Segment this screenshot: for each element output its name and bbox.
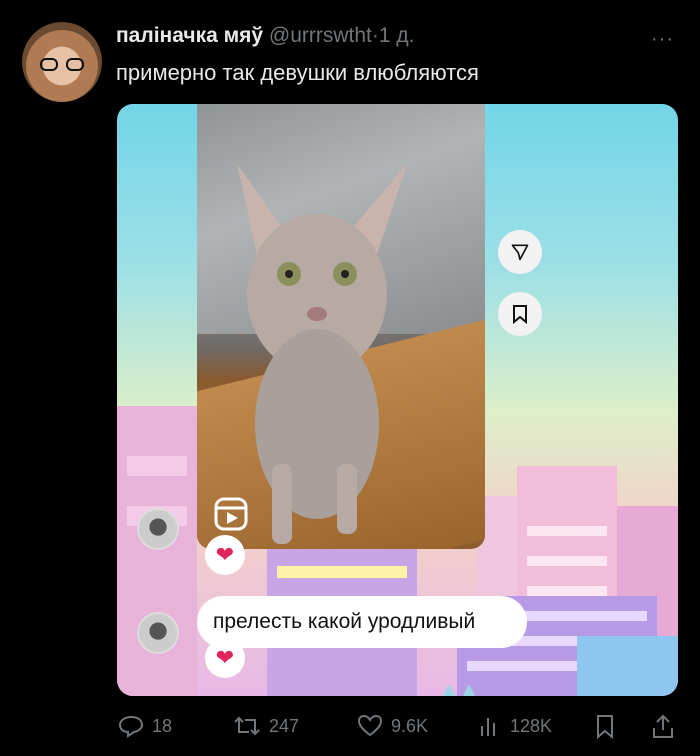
- bookmark-outline-icon: [597, 715, 613, 740]
- tweet-time[interactable]: 1 д.: [379, 24, 415, 47]
- comment-bubble: прелесть какой уродливый: [197, 596, 527, 648]
- time-separator: ·: [371, 24, 379, 47]
- reply-button[interactable]: 18: [118, 714, 172, 738]
- commenter-avatar: [137, 508, 179, 550]
- bookmark-button[interactable]: [594, 714, 616, 740]
- send-icon-glyph: [511, 244, 529, 261]
- bookmark-icon-glyph: [513, 305, 527, 324]
- reels-icon: [214, 497, 248, 531]
- tweet-actions: 18 247 9.6K 128K: [0, 706, 700, 746]
- retweet-count: 247: [269, 715, 300, 736]
- views-icon: [481, 718, 495, 736]
- more-options-button[interactable]: ···: [651, 28, 674, 51]
- tweet-text: примерно так девушки влюбляются: [116, 60, 479, 85]
- share-icon: [653, 714, 673, 738]
- views-button[interactable]: 128K: [478, 714, 552, 738]
- comment-text: прелесть какой уродливый: [213, 610, 476, 633]
- cat-illustration: [237, 164, 407, 544]
- cat-photo[interactable]: [197, 104, 485, 549]
- like-button[interactable]: 9.6K: [357, 714, 428, 738]
- heart-outline-icon: [357, 714, 383, 737]
- bookmark-icon[interactable]: [498, 292, 542, 336]
- retweet-icon: [234, 716, 260, 736]
- user-handle[interactable]: @urrrswtht: [269, 24, 372, 47]
- display-name[interactable]: паліначка мяў: [116, 24, 263, 47]
- views-count: 128K: [510, 715, 553, 736]
- reply-count: 18: [152, 715, 173, 736]
- cat-ears-decoration: [443, 684, 475, 696]
- share-button[interactable]: [651, 714, 675, 740]
- heart-icon[interactable]: ❤: [205, 638, 245, 678]
- heart-icon[interactable]: ❤: [205, 535, 245, 575]
- like-count: 9.6K: [391, 715, 429, 736]
- profile-avatar[interactable]: [22, 22, 102, 102]
- retweet-button[interactable]: 247: [233, 714, 299, 738]
- tweet-header: паліначка мяў @urrrswtht·1 д.: [116, 24, 660, 48]
- glasses-decoration: [40, 58, 84, 72]
- reply-icon: [118, 715, 144, 738]
- commenter-avatar: [137, 612, 179, 654]
- send-icon[interactable]: [498, 230, 542, 274]
